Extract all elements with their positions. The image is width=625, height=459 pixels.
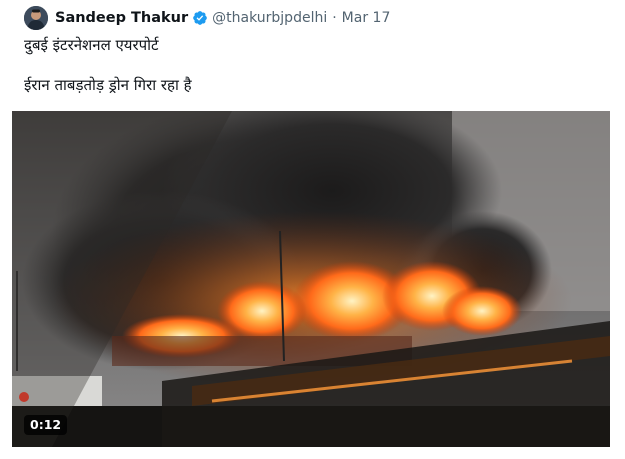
separator-dot: ·	[332, 10, 337, 26]
tweet-card[interactable]: Sandeep Thakur @thakurbjpdelhi · Mar 17 …	[0, 0, 625, 459]
tweet-date[interactable]: Mar 17	[342, 10, 391, 26]
video-player[interactable]	[12, 111, 610, 447]
video-duration-badge: 0:12	[24, 415, 68, 435]
tweet-header: Sandeep Thakur @thakurbjpdelhi · Mar 17	[55, 6, 390, 30]
avatar[interactable]	[24, 6, 48, 30]
verified-badge-icon	[192, 10, 208, 26]
tweet-text-line: दुबई इंटरनेशनल एयरपोर्ट	[24, 36, 159, 54]
video-thumbnail	[12, 111, 610, 447]
author-handle[interactable]: @thakurbjpdelhi	[212, 10, 327, 26]
author-display-name[interactable]: Sandeep Thakur	[55, 10, 188, 26]
tweet-text-line: ईरान ताबड़तोड़ ड्रोन गिरा रहा है	[24, 76, 192, 94]
avatar-image	[24, 6, 48, 30]
